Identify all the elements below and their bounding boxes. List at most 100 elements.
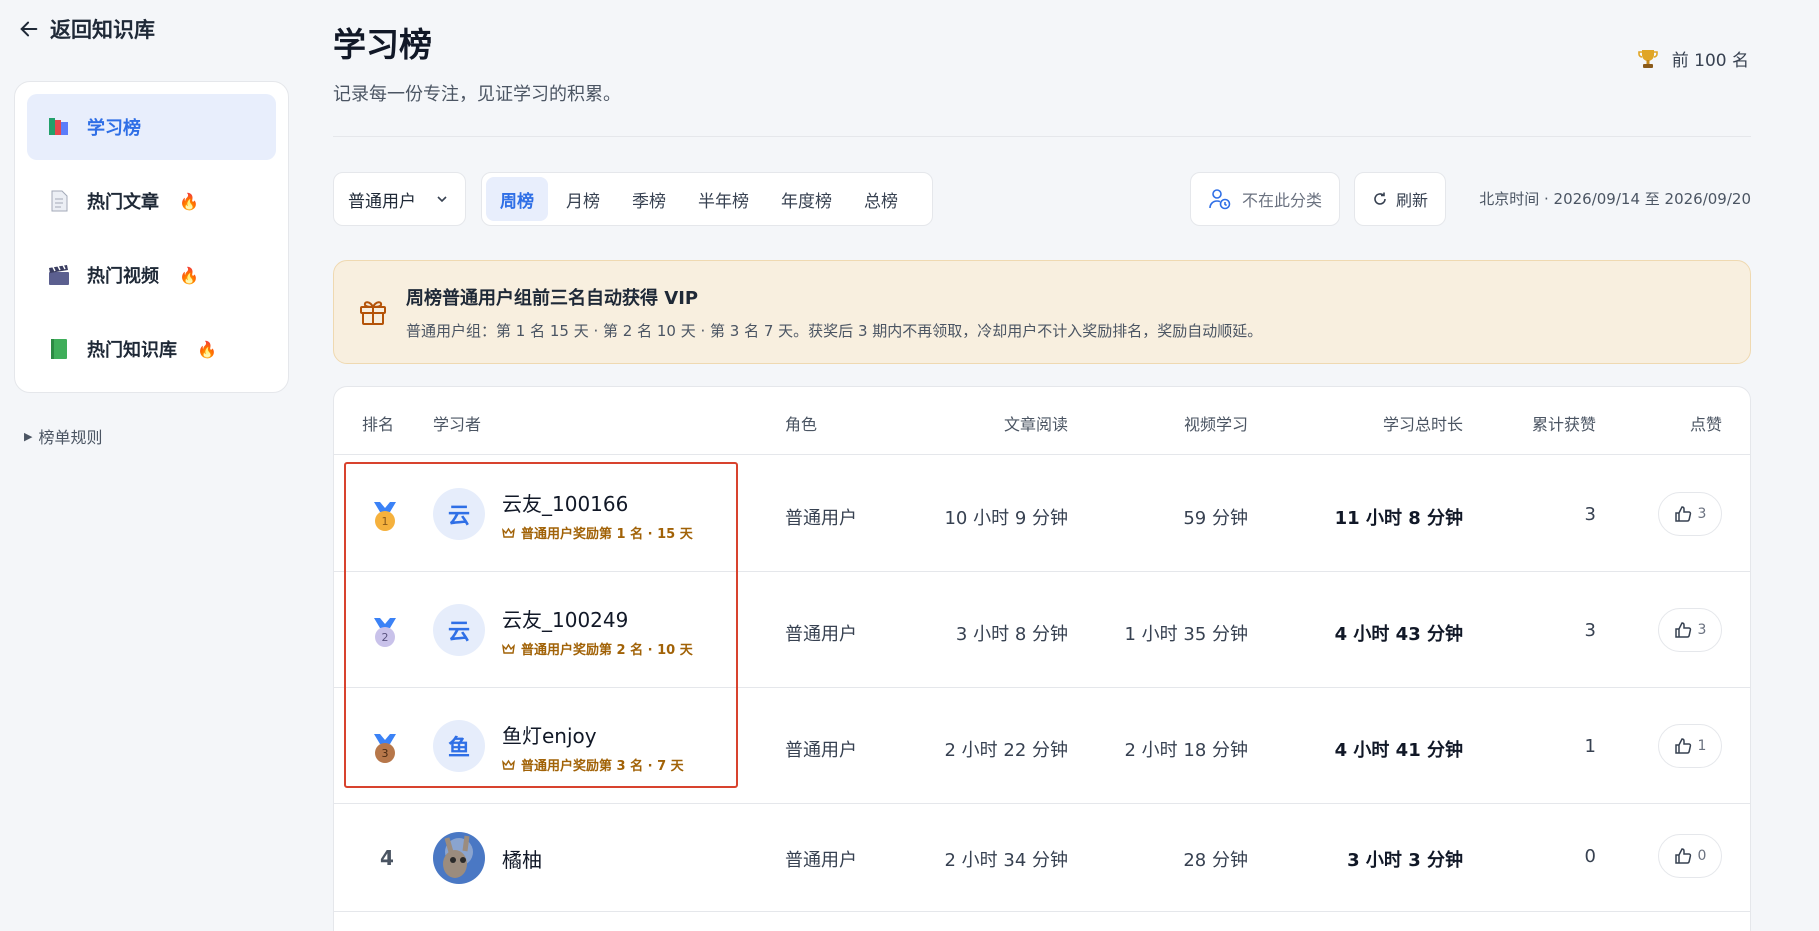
sidebar-item-label: 热门视频 bbox=[87, 266, 159, 287]
avatar-image bbox=[433, 832, 485, 884]
fire-icon: 🔥 bbox=[179, 191, 199, 211]
likes-count: 3 bbox=[1584, 504, 1596, 525]
tab-yearly[interactable]: 年度榜 bbox=[767, 177, 846, 221]
reward-badge: 普通用户奖励第 3 名 · 7 天 bbox=[502, 755, 684, 774]
thumbs-up-icon bbox=[1674, 848, 1691, 864]
user-role: 普通用户 bbox=[785, 624, 857, 645]
total-time: 11 小时 8 分钟 bbox=[1334, 508, 1463, 529]
table-row: 4 橘柚 普通用户 2 小时 34 分钟 28 分钟 3 小时 3 分钟 0 0 bbox=[334, 804, 1750, 912]
fire-icon: 🔥 bbox=[179, 265, 199, 285]
total-time: 3 小时 3 分钟 bbox=[1347, 850, 1463, 871]
thumbs-up-icon bbox=[1674, 738, 1691, 754]
vip-reward-banner: 周榜普通用户组前三名自动获得 VIP 普通用户组：第 1 名 15 天 · 第 … bbox=[333, 260, 1751, 364]
video-time: 59 分钟 bbox=[1183, 508, 1248, 529]
header-likes: 累计获赞 bbox=[1531, 415, 1596, 434]
tab-weekly[interactable]: 周榜 bbox=[486, 177, 548, 221]
user-group-value: 普通用户 bbox=[348, 191, 416, 212]
svg-text:2: 2 bbox=[382, 631, 389, 644]
top-badge-label: 前 100 名 bbox=[1671, 51, 1749, 71]
banner-text: 普通用户组：第 1 名 15 天 · 第 2 名 10 天 · 第 3 名 7 … bbox=[406, 321, 1263, 340]
leaderboard-table: 排名 学习者 角色 文章阅读 视频学习 学习总时长 累计获赞 点赞 1 云 云友… bbox=[333, 386, 1751, 931]
rank-rules-toggle[interactable]: ▶ 榜单规则 bbox=[24, 424, 102, 448]
rules-label: 榜单规则 bbox=[38, 428, 103, 447]
sidebar-item-hot-videos[interactable]: 热门视频 🔥 bbox=[27, 242, 276, 308]
total-time: 4 小时 43 分钟 bbox=[1334, 624, 1463, 645]
back-label: 返回知识库 bbox=[50, 18, 155, 42]
gold-medal-icon: 1 bbox=[374, 502, 396, 531]
sidebar-item-hot-articles[interactable]: 热门文章 🔥 bbox=[27, 168, 276, 234]
user-name: 云友_100166 bbox=[502, 492, 629, 516]
tab-monthly[interactable]: 月榜 bbox=[552, 177, 614, 221]
user-name: 鱼灯enjoy bbox=[502, 724, 597, 748]
header-rank: 排名 bbox=[362, 415, 395, 434]
svg-text:3: 3 bbox=[382, 747, 389, 760]
article-time: 2 小时 34 分钟 bbox=[944, 850, 1068, 871]
sidebar-item-label: 学习榜 bbox=[87, 118, 141, 139]
page-subtitle: 记录每一份专注，见证学习的积累。 bbox=[333, 84, 621, 105]
arrow-left-icon bbox=[20, 21, 38, 37]
article-time: 2 小时 22 分钟 bbox=[944, 740, 1068, 761]
sidebar-item-hot-knowledge-base[interactable]: 热门知识库 🔥 bbox=[27, 316, 276, 382]
header-role: 角色 bbox=[785, 415, 818, 434]
triangle-right-icon: ▶ bbox=[24, 429, 33, 443]
video-time: 28 分钟 bbox=[1183, 850, 1248, 871]
video-time: 1 小时 35 分钟 bbox=[1124, 624, 1248, 645]
avatar: 云 bbox=[433, 488, 485, 540]
books-icon bbox=[47, 115, 71, 139]
user-name: 云友_100249 bbox=[502, 608, 629, 632]
header-action: 点赞 bbox=[1689, 415, 1722, 434]
video-time: 2 小时 18 分钟 bbox=[1124, 740, 1248, 761]
likes-count: 1 bbox=[1584, 736, 1596, 757]
top-100-badge: 前 100 名 bbox=[1636, 46, 1749, 71]
fire-icon: 🔥 bbox=[197, 339, 217, 359]
tab-quarterly[interactable]: 季榜 bbox=[618, 177, 680, 221]
refresh-icon bbox=[1374, 192, 1386, 205]
avatar: 鱼 bbox=[433, 720, 485, 772]
back-to-knowledge-base-button[interactable]: 返回知识库 bbox=[18, 14, 155, 44]
refresh-button[interactable]: 刷新 bbox=[1354, 172, 1446, 226]
avatar: 云 bbox=[433, 604, 485, 656]
like-button[interactable]: 1 bbox=[1658, 724, 1722, 768]
tab-overall[interactable]: 总榜 bbox=[850, 177, 912, 221]
clapperboard-icon bbox=[47, 263, 71, 287]
sidebar-nav: 学习榜 热门文章 🔥 热门视频 🔥 热门知识库 🔥 bbox=[14, 81, 289, 393]
document-icon bbox=[47, 189, 71, 213]
like-button[interactable]: 3 bbox=[1658, 492, 1722, 536]
silver-medal-icon: 2 bbox=[374, 618, 396, 647]
rank-number: 4 bbox=[380, 846, 394, 870]
thumbs-up-icon bbox=[1674, 506, 1691, 522]
likes-count: 0 bbox=[1584, 846, 1596, 867]
page-title: 学习榜 bbox=[333, 25, 432, 64]
crown-icon bbox=[502, 527, 515, 538]
svg-text:1: 1 bbox=[382, 515, 389, 528]
sidebar-item-label: 热门知识库 bbox=[87, 340, 177, 361]
bronze-medal-icon: 3 bbox=[374, 734, 396, 763]
time-range: 北京时间 · 2026/09/14 至 2026/09/20 bbox=[1479, 190, 1751, 208]
like-button[interactable]: 0 bbox=[1658, 834, 1722, 878]
user-group-select[interactable]: 普通用户 bbox=[333, 172, 466, 226]
user-role: 普通用户 bbox=[785, 850, 857, 871]
article-time: 10 小时 9 分钟 bbox=[944, 508, 1068, 529]
header-articles: 文章阅读 bbox=[1003, 415, 1068, 434]
green-book-icon bbox=[47, 337, 71, 361]
thumbs-up-icon bbox=[1674, 622, 1691, 638]
table-row: 1 云 云友_100166 普通用户奖励第 1 名 · 15 天 普通用户 10… bbox=[334, 456, 1750, 572]
not-in-category-button[interactable]: 不在此分类 bbox=[1190, 172, 1340, 226]
header-user: 学习者 bbox=[433, 415, 482, 434]
user-clock-icon bbox=[1209, 189, 1231, 210]
header-total: 学习总时长 bbox=[1382, 415, 1463, 434]
table-row: 2 云 云友_100249 普通用户奖励第 2 名 · 10 天 普通用户 3 … bbox=[334, 572, 1750, 688]
sidebar-item-study-rank[interactable]: 学习榜 bbox=[27, 94, 276, 160]
banner-title: 周榜普通用户组前三名自动获得 VIP bbox=[406, 287, 699, 309]
table-row: 3 鱼 鱼灯enjoy 普通用户奖励第 3 名 · 7 天 普通用户 2 小时 … bbox=[334, 688, 1750, 804]
total-time: 4 小时 41 分钟 bbox=[1334, 740, 1463, 761]
refresh-label: 刷新 bbox=[1395, 191, 1428, 210]
like-button[interactable]: 3 bbox=[1658, 608, 1722, 652]
user-name: 橘柚 bbox=[502, 848, 542, 872]
article-time: 3 小时 8 分钟 bbox=[955, 624, 1068, 645]
crown-icon bbox=[502, 759, 515, 770]
user-role: 普通用户 bbox=[785, 740, 857, 761]
chevron-down-icon bbox=[437, 196, 447, 203]
not-in-category-label: 不在此分类 bbox=[1241, 191, 1322, 210]
tab-half-year[interactable]: 半年榜 bbox=[684, 177, 763, 221]
